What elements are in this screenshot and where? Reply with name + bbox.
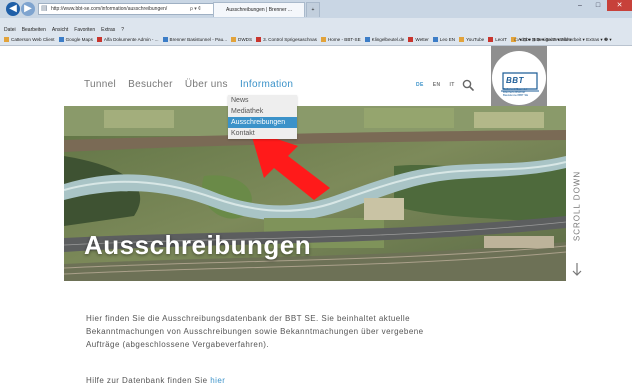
web-page: Tunnel Besucher Über uns Information DE E… — [0, 46, 632, 385]
address-bar[interactable]: ▤ http://www.bbt-se.com/information/auss… — [38, 3, 214, 15]
favorite-link[interactable]: 3. Control Sprigesaschnas — [256, 34, 317, 45]
window-close-button[interactable]: ✕ — [607, 0, 632, 11]
menu-extras[interactable]: Extras — [101, 27, 115, 33]
logo-subtitle: Galleria di Base del Brennero Brenner Ba… — [503, 87, 529, 97]
browser-menubar: Datei Bearbeiten Ansicht Favoriten Extras? — [0, 27, 632, 34]
forward-button[interactable]: ▶ — [21, 2, 35, 16]
favorite-link[interactable]: Klingelbeutel.de — [365, 34, 405, 45]
main-navigation: Tunnel Besucher Über uns Information — [84, 79, 302, 93]
help-link[interactable]: hier — [210, 376, 225, 385]
browser-tab-active[interactable]: Ausschreibungen | Brenner ... — [213, 2, 305, 17]
information-dropdown-menu: News Mediathek Ausschreibungen Kontakt — [228, 95, 297, 139]
favorite-link[interactable]: Wetter — [408, 34, 428, 45]
lang-de[interactable]: DE — [416, 82, 424, 88]
intro-paragraph: Hier finden Sie die Ausschreibungsdatenb… — [86, 314, 424, 349]
logo-text: BBT — [506, 76, 524, 85]
menu-favoriten[interactable]: Favoriten — [74, 27, 95, 33]
browser-titlebar: ◀ ▶ ▤ http://www.bbt-se.com/information/… — [0, 0, 632, 18]
window-maximize-button[interactable]: □ — [589, 0, 607, 11]
menu-help[interactable]: ? — [121, 27, 124, 33]
scroll-down-label: SCROLL DOWN — [572, 170, 582, 242]
page-icon: ▤ — [41, 5, 48, 12]
favorite-link[interactable]: DWDS — [231, 34, 252, 45]
menu-ansicht[interactable]: Ansicht — [52, 27, 68, 33]
dropdown-item-mediathek[interactable]: Mediathek — [228, 106, 297, 117]
window-minimize-button[interactable]: – — [571, 0, 589, 11]
red-pointer-arrow — [250, 130, 330, 200]
browser-chrome: ◀ ▶ ▤ http://www.bbt-se.com/information/… — [0, 0, 632, 46]
help-text: Hilfe zur Datenbank finden Sie — [86, 376, 211, 385]
back-button[interactable]: ◀ — [6, 2, 20, 16]
language-switcher: DE EN IT — [416, 82, 464, 88]
logo-badge: BBT Galleria di Base del Brennero Brenne… — [492, 51, 546, 105]
nav-besucher[interactable]: Besucher — [128, 79, 173, 90]
arrow-down-icon — [572, 263, 582, 276]
dropdown-item-kontakt[interactable]: Kontakt — [228, 128, 297, 139]
back-arrow-icon: ◀ — [9, 3, 17, 14]
nav-ueber-uns[interactable]: Über uns — [185, 79, 228, 90]
favorite-link[interactable]: Leo EN — [433, 34, 455, 45]
lang-it[interactable]: IT — [450, 82, 455, 88]
address-text: http://www.bbt-se.com/information/aussch… — [51, 6, 168, 12]
favorite-link[interactable]: Brenner Basistunnel - Pau... — [163, 34, 227, 45]
nav-information[interactable]: Information — [240, 79, 293, 90]
favorite-link[interactable]: Home - BBT-SE — [321, 34, 361, 45]
command-bar[interactable]: ☖ ▾ ⊡ ▾ ⊡ ⊕ ▾ Seite ▾ Sicherheit ▾ Extra… — [514, 34, 612, 45]
menu-datei[interactable]: Datei — [4, 27, 16, 33]
forward-arrow-icon: ▶ — [24, 3, 32, 14]
scroll-down-button[interactable]: SCROLL DOWN — [566, 166, 588, 284]
favorite-link[interactable]: Google Maps — [59, 34, 93, 45]
favorite-link[interactable]: Catterson Web Client — [4, 34, 55, 45]
lang-en[interactable]: EN — [433, 82, 441, 88]
menu-bearbeiten[interactable]: Bearbeiten — [22, 27, 46, 33]
nav-tunnel[interactable]: Tunnel — [84, 79, 116, 90]
page-title: Ausschreibungen — [84, 230, 312, 260]
dropdown-item-ausschreibungen[interactable]: Ausschreibungen — [228, 117, 297, 128]
favorite-link[interactable]: YouTube — [459, 34, 484, 45]
favorite-link[interactable]: LeoIT — [488, 34, 507, 45]
help-paragraph: Hilfe zur Datenbank finden Sie hier — [86, 376, 225, 385]
dropdown-item-news[interactable]: News — [228, 95, 297, 106]
search-icon[interactable] — [462, 79, 474, 91]
new-tab-button[interactable]: + — [306, 2, 320, 17]
address-tools[interactable]: ρ ▾ ¢ — [190, 3, 201, 15]
favorite-link[interactable]: Alfa Dokumente Admin - ... — [97, 34, 159, 45]
